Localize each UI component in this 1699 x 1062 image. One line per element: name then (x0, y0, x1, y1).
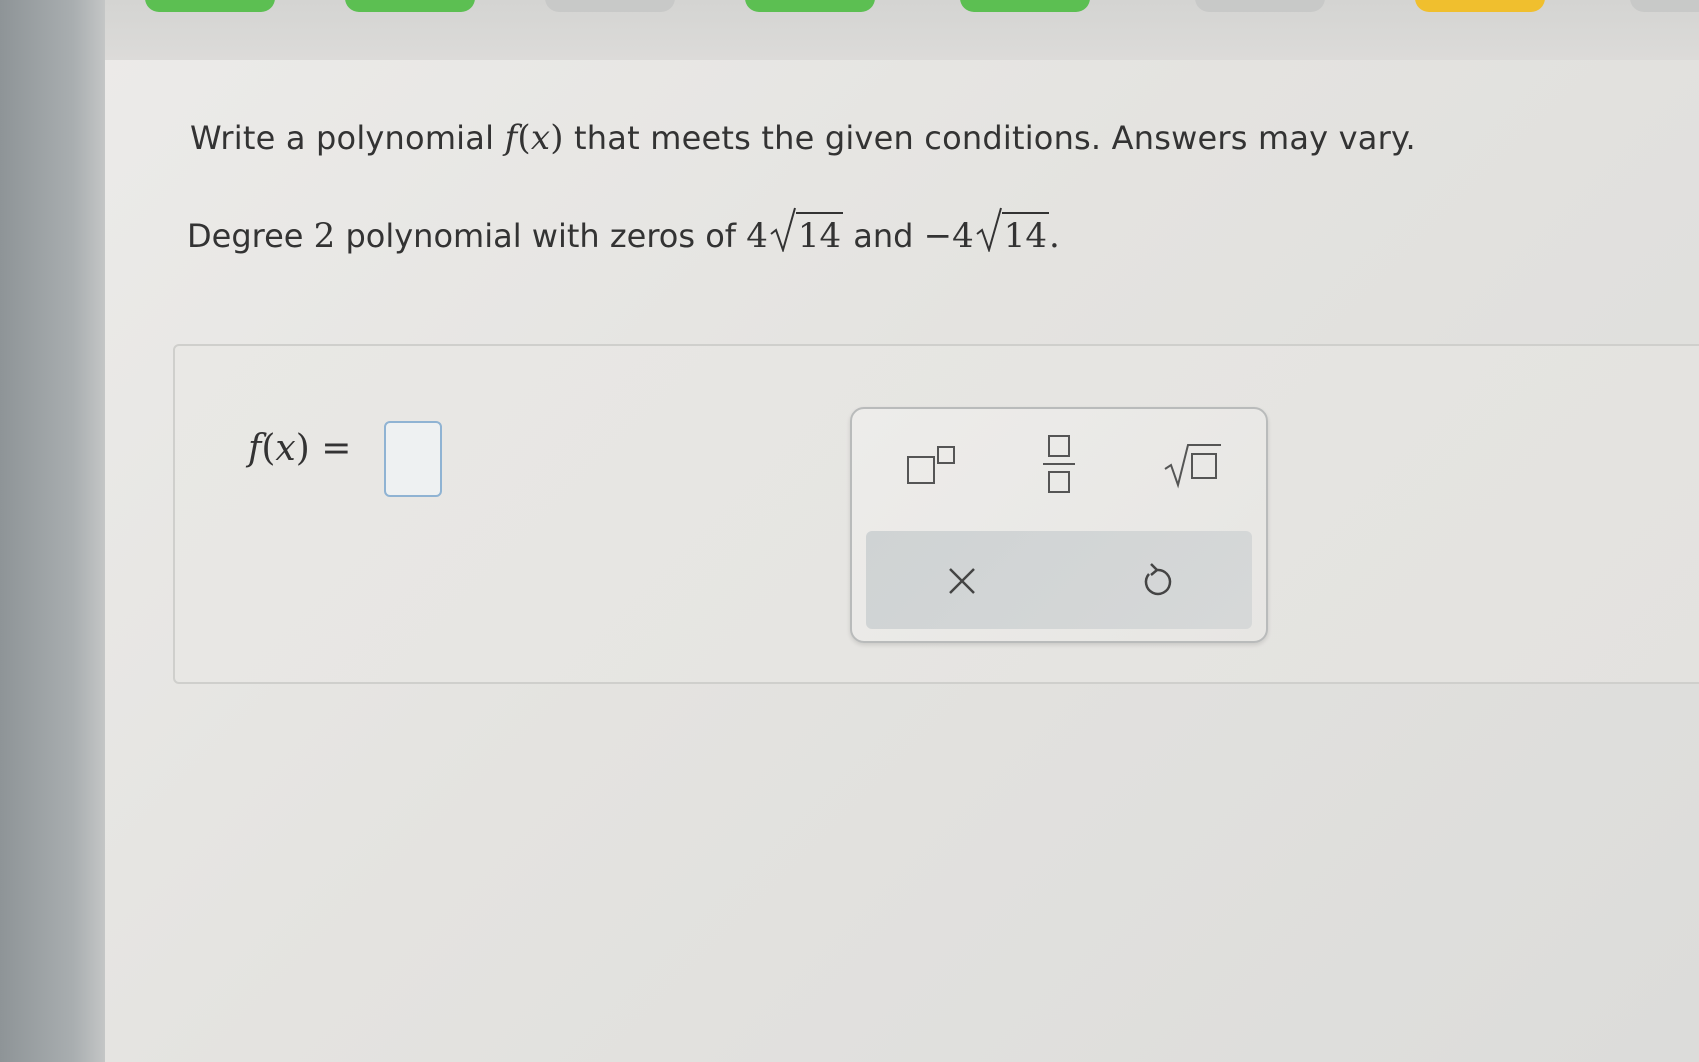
screen-bezel (0, 0, 105, 1062)
square-root-template-icon (1164, 444, 1221, 489)
radical-sign-icon (976, 207, 1002, 252)
condition-prefix: Degree (187, 217, 304, 255)
fraction-template-icon (1043, 435, 1075, 493)
answer-input[interactable] (384, 421, 442, 497)
radical-sign-icon (770, 207, 796, 252)
square-root-button[interactable] (1148, 429, 1238, 501)
question-condition: Degree 2 polynomial with zeros of 4 14 an… (187, 207, 1060, 256)
answer-label: f(x) = (248, 428, 352, 469)
degree-value: 2 (313, 216, 336, 256)
progress-segment-4 (745, 0, 875, 12)
condition-middle: polynomial with zeros of (345, 217, 737, 255)
prompt-function: f(x) (504, 118, 564, 158)
close-icon (949, 568, 975, 594)
zero-1-sqrt: 14 (770, 207, 844, 256)
math-keypad (850, 407, 1268, 643)
clear-button[interactable] (912, 541, 1012, 621)
progress-bar (105, 0, 1699, 60)
condition-and: and (853, 217, 914, 255)
undo-button[interactable] (1107, 541, 1207, 621)
question-prompt: Write a polynomial f(x) that meets the g… (190, 118, 1416, 158)
zero-2-sqrt: 14 (976, 207, 1050, 256)
prompt-text-end: that meets the given conditions. Answers… (574, 119, 1416, 157)
progress-segment-7 (1415, 0, 1545, 12)
undo-icon (1144, 563, 1172, 596)
exponent-template-icon (907, 446, 955, 484)
progress-segment-1 (145, 0, 275, 12)
zero-2: −4 14. (924, 207, 1060, 256)
progress-segment-2 (345, 0, 475, 12)
prompt-text-start: Write a polynomial (190, 119, 495, 157)
progress-segment-3 (545, 0, 675, 12)
exponent-button[interactable] (892, 431, 972, 501)
progress-segment-8 (1630, 0, 1699, 12)
progress-segment-5 (960, 0, 1090, 12)
zero-1: 4 14 (746, 207, 844, 256)
progress-segment-6 (1195, 0, 1325, 12)
fraction-button[interactable] (1020, 427, 1100, 503)
